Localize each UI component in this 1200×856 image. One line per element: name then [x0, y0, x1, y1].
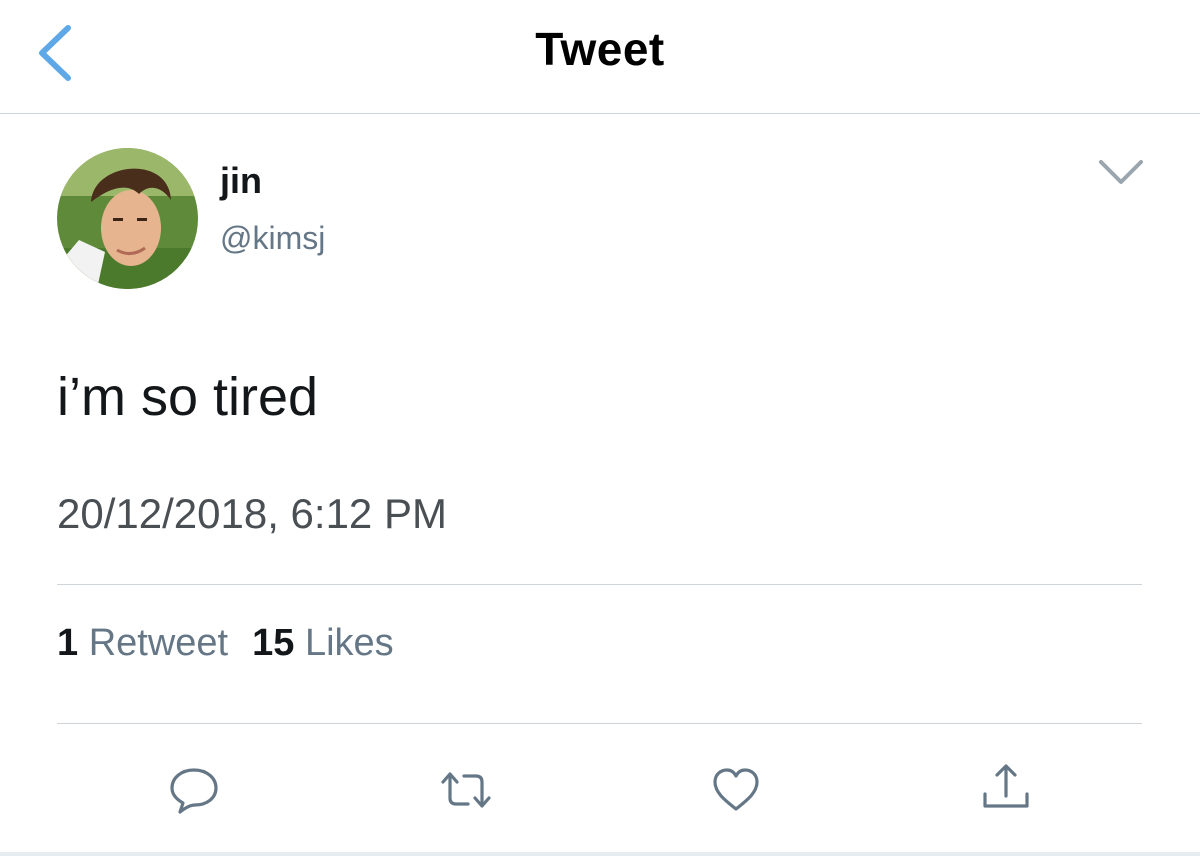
like-label: Likes	[304, 622, 394, 664]
page-title: Tweet	[535, 23, 665, 75]
retweet-button[interactable]	[438, 762, 494, 818]
divider	[57, 584, 1142, 585]
avatar-photo	[57, 148, 198, 289]
retweets-stat[interactable]: 1 Retweet	[57, 622, 228, 665]
bottom-border	[0, 852, 1200, 856]
tweet-timestamp: 20/12/2018, 6:12 PM	[57, 490, 447, 537]
chevron-down-icon	[1099, 160, 1143, 184]
retweet-label: Retweet	[88, 622, 229, 664]
author-display-name[interactable]: jin	[220, 160, 262, 202]
like-count: 15	[252, 622, 295, 664]
share-button[interactable]	[978, 762, 1034, 818]
like-button[interactable]	[708, 762, 764, 818]
divider	[57, 723, 1142, 724]
reply-button[interactable]	[166, 762, 222, 818]
retweet-count: 1	[57, 622, 79, 664]
likes-stat[interactable]: 15 Likes	[252, 622, 394, 665]
share-icon	[983, 764, 1029, 808]
reply-icon	[170, 768, 218, 814]
avatar[interactable]	[57, 148, 198, 289]
author-handle[interactable]: @kimsj	[220, 220, 325, 257]
tweet-text: i’m so tired	[57, 367, 319, 427]
retweet-icon	[441, 772, 491, 808]
heart-icon	[713, 768, 759, 811]
navigation-bar: Tweet	[0, 0, 1200, 114]
engagement-stats: 1 Retweet 15 Likes	[57, 622, 394, 665]
tweet-options-button[interactable]	[1094, 150, 1148, 194]
